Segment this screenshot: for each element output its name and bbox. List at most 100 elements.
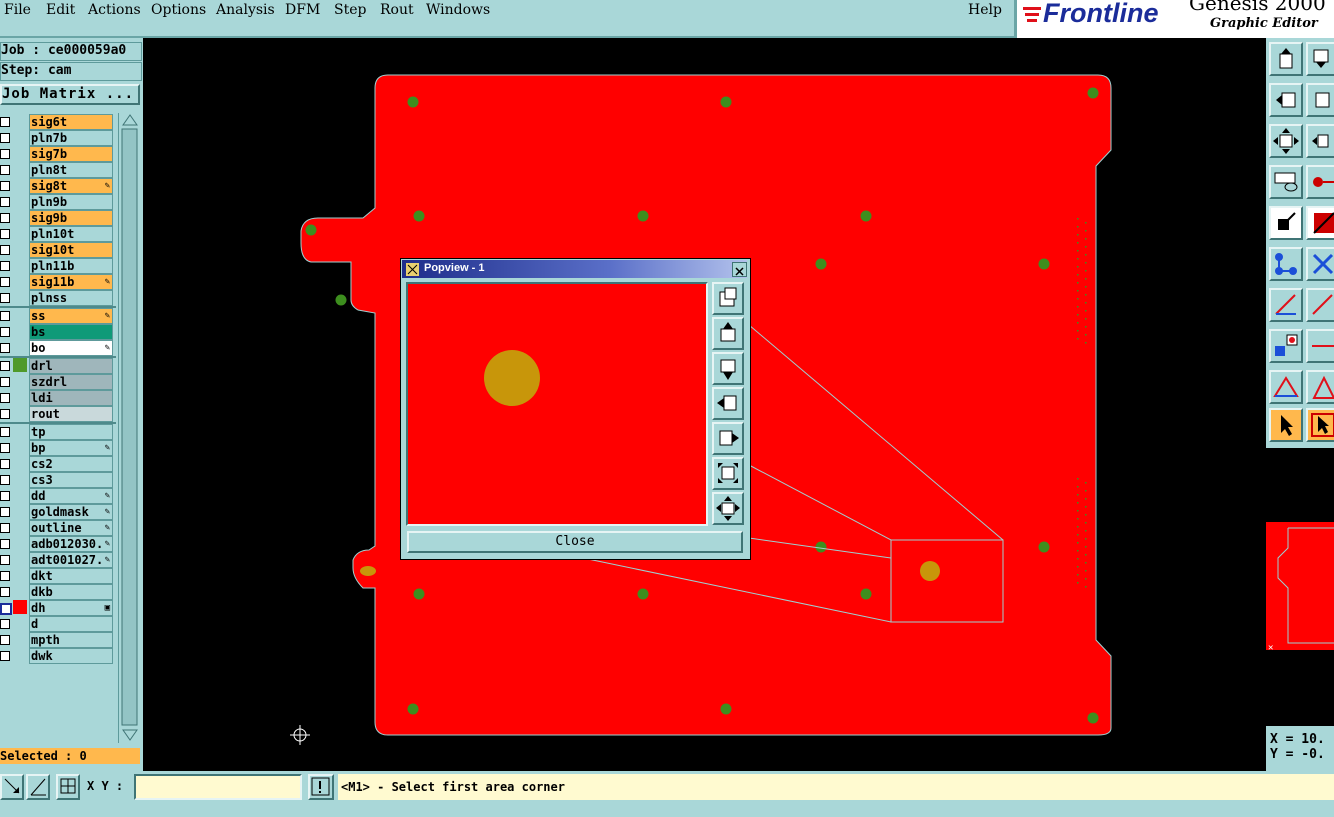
layer-name[interactable]: pln7b <box>29 130 113 146</box>
menu-actions[interactable]: Actions <box>88 2 141 18</box>
layer-checkbox[interactable] <box>0 555 10 565</box>
select-feature-button[interactable] <box>1269 206 1303 240</box>
layer-row[interactable]: sig9b <box>0 210 116 226</box>
menu-step[interactable]: Step <box>334 2 366 18</box>
popview-zoom-button[interactable] <box>712 282 744 315</box>
layer-name[interactable]: sig10t <box>29 242 113 258</box>
layer-row[interactable]: ss ✎ <box>0 308 116 324</box>
layer-row[interactable]: sig8t ✎ <box>0 178 116 194</box>
triangle-tool-button[interactable] <box>1269 370 1303 404</box>
mini-map[interactable]: ✕ <box>1266 448 1334 726</box>
layer-row[interactable]: adt001027. ✎ <box>0 552 116 568</box>
menu-dfm[interactable]: DFM <box>285 2 320 18</box>
layer-name[interactable]: dh ▣ <box>29 600 113 616</box>
layer-row[interactable]: bp ✎ <box>0 440 116 456</box>
layer-checkbox[interactable] <box>0 635 10 645</box>
popview-fit-button[interactable] <box>712 457 744 490</box>
angle-snap-button[interactable] <box>26 774 50 800</box>
menu-rout[interactable]: Rout <box>380 2 414 18</box>
layer-checkbox[interactable] <box>0 651 10 661</box>
layer-name[interactable]: ss ✎ <box>29 308 113 324</box>
layer-checkbox[interactable] <box>0 571 10 581</box>
layer-row[interactable]: dd ✎ <box>0 488 116 504</box>
menu-analysis[interactable]: Analysis <box>216 2 275 18</box>
zoom-home-button[interactable] <box>1306 124 1334 158</box>
popview-up-button[interactable] <box>712 317 744 350</box>
layer-name[interactable]: cs3 <box>29 472 113 488</box>
pan-left-button[interactable] <box>1269 83 1303 117</box>
layer-row[interactable]: pln9b <box>0 194 116 210</box>
pan-right-button[interactable] <box>1306 83 1334 117</box>
layer-name[interactable]: mpth <box>29 632 113 648</box>
layer-row[interactable]: pln8t <box>0 162 116 178</box>
layer-name[interactable]: dkt <box>29 568 113 584</box>
popview-close-button[interactable]: Close <box>407 531 743 553</box>
layer-row[interactable]: cs3 <box>0 472 116 488</box>
menu-help[interactable]: Help <box>968 2 1002 18</box>
cross-tool-button[interactable] <box>1306 247 1334 281</box>
layer-row[interactable]: adb012030. ✎ <box>0 536 116 552</box>
layer-row[interactable]: goldmask ✎ <box>0 504 116 520</box>
layer-row[interactable]: outline ✎ <box>0 520 116 536</box>
layer-row[interactable]: pln7b <box>0 130 116 146</box>
pointer-select-button[interactable] <box>1306 408 1334 442</box>
layer-checkbox[interactable] <box>0 523 10 533</box>
pad-tool-button[interactable] <box>1269 329 1303 363</box>
layer-checkbox[interactable] <box>0 603 12 615</box>
layer-checkbox[interactable] <box>0 229 10 239</box>
layer-row[interactable]: dkb <box>0 584 116 600</box>
layer-name[interactable]: plnss <box>29 290 113 306</box>
layer-checkbox[interactable] <box>0 149 10 159</box>
layer-name[interactable]: outline ✎ <box>29 520 113 536</box>
layer-checkbox[interactable] <box>0 539 10 549</box>
layer-checkbox[interactable] <box>0 587 10 597</box>
layer-row[interactable]: szdrl <box>0 374 116 390</box>
layer-checkbox[interactable] <box>0 181 10 191</box>
layer-name[interactable]: bs <box>29 324 113 340</box>
menu-edit[interactable]: Edit <box>46 2 75 18</box>
layer-checkbox[interactable] <box>0 475 10 485</box>
layer-name[interactable]: dd ✎ <box>29 488 113 504</box>
tools-button[interactable] <box>1269 165 1303 199</box>
layer-checkbox[interactable] <box>0 377 10 387</box>
layer-row[interactable]: rout <box>0 406 116 422</box>
layer-name[interactable]: sig9b <box>29 210 113 226</box>
layer-checkbox[interactable] <box>0 261 10 271</box>
layer-name[interactable]: dkb <box>29 584 113 600</box>
layer-checkbox[interactable] <box>0 619 10 629</box>
layer-name[interactable]: rout <box>29 406 113 422</box>
layer-row[interactable]: tp <box>0 424 116 440</box>
popview-titlebar[interactable]: Popview - 1 <box>402 260 747 278</box>
layer-row[interactable]: ldi <box>0 390 116 406</box>
draw-line-button[interactable] <box>1306 206 1334 240</box>
layer-name[interactable]: sig6t <box>29 114 113 130</box>
layer-name[interactable]: adb012030. ✎ <box>29 536 113 552</box>
layer-checkbox[interactable] <box>0 427 10 437</box>
layer-name[interactable]: ldi <box>29 390 113 406</box>
snap-mode-button[interactable] <box>0 774 24 800</box>
layer-checkbox[interactable] <box>0 361 10 371</box>
route-tool-button[interactable] <box>1306 165 1334 199</box>
measure-angle-button[interactable] <box>1269 288 1303 322</box>
layer-row[interactable]: cs2 <box>0 456 116 472</box>
layer-checkbox[interactable] <box>0 343 10 353</box>
polygon-tool-button[interactable] <box>1306 370 1334 404</box>
layer-row[interactable]: sig11b ✎ <box>0 274 116 290</box>
layer-name[interactable]: sig7b <box>29 146 113 162</box>
grid-button[interactable] <box>56 774 80 800</box>
layer-row[interactable]: plnss <box>0 290 116 306</box>
xy-input[interactable] <box>134 774 302 800</box>
layer-row[interactable]: mpth <box>0 632 116 648</box>
angle-tool-button[interactable] <box>1306 288 1334 322</box>
layer-name[interactable]: tp <box>29 424 113 440</box>
layer-row[interactable]: sig7b <box>0 146 116 162</box>
layer-name[interactable]: pln10t <box>29 226 113 242</box>
layer-checkbox[interactable] <box>0 393 10 403</box>
layer-checkbox[interactable] <box>0 409 10 419</box>
layer-name[interactable]: pln11b <box>29 258 113 274</box>
layer-row[interactable]: bs <box>0 324 116 340</box>
layer-checkbox[interactable] <box>0 197 10 207</box>
layer-row[interactable]: sig10t <box>0 242 116 258</box>
layer-checkbox[interactable] <box>0 245 10 255</box>
layer-row[interactable]: sig6t <box>0 114 116 130</box>
